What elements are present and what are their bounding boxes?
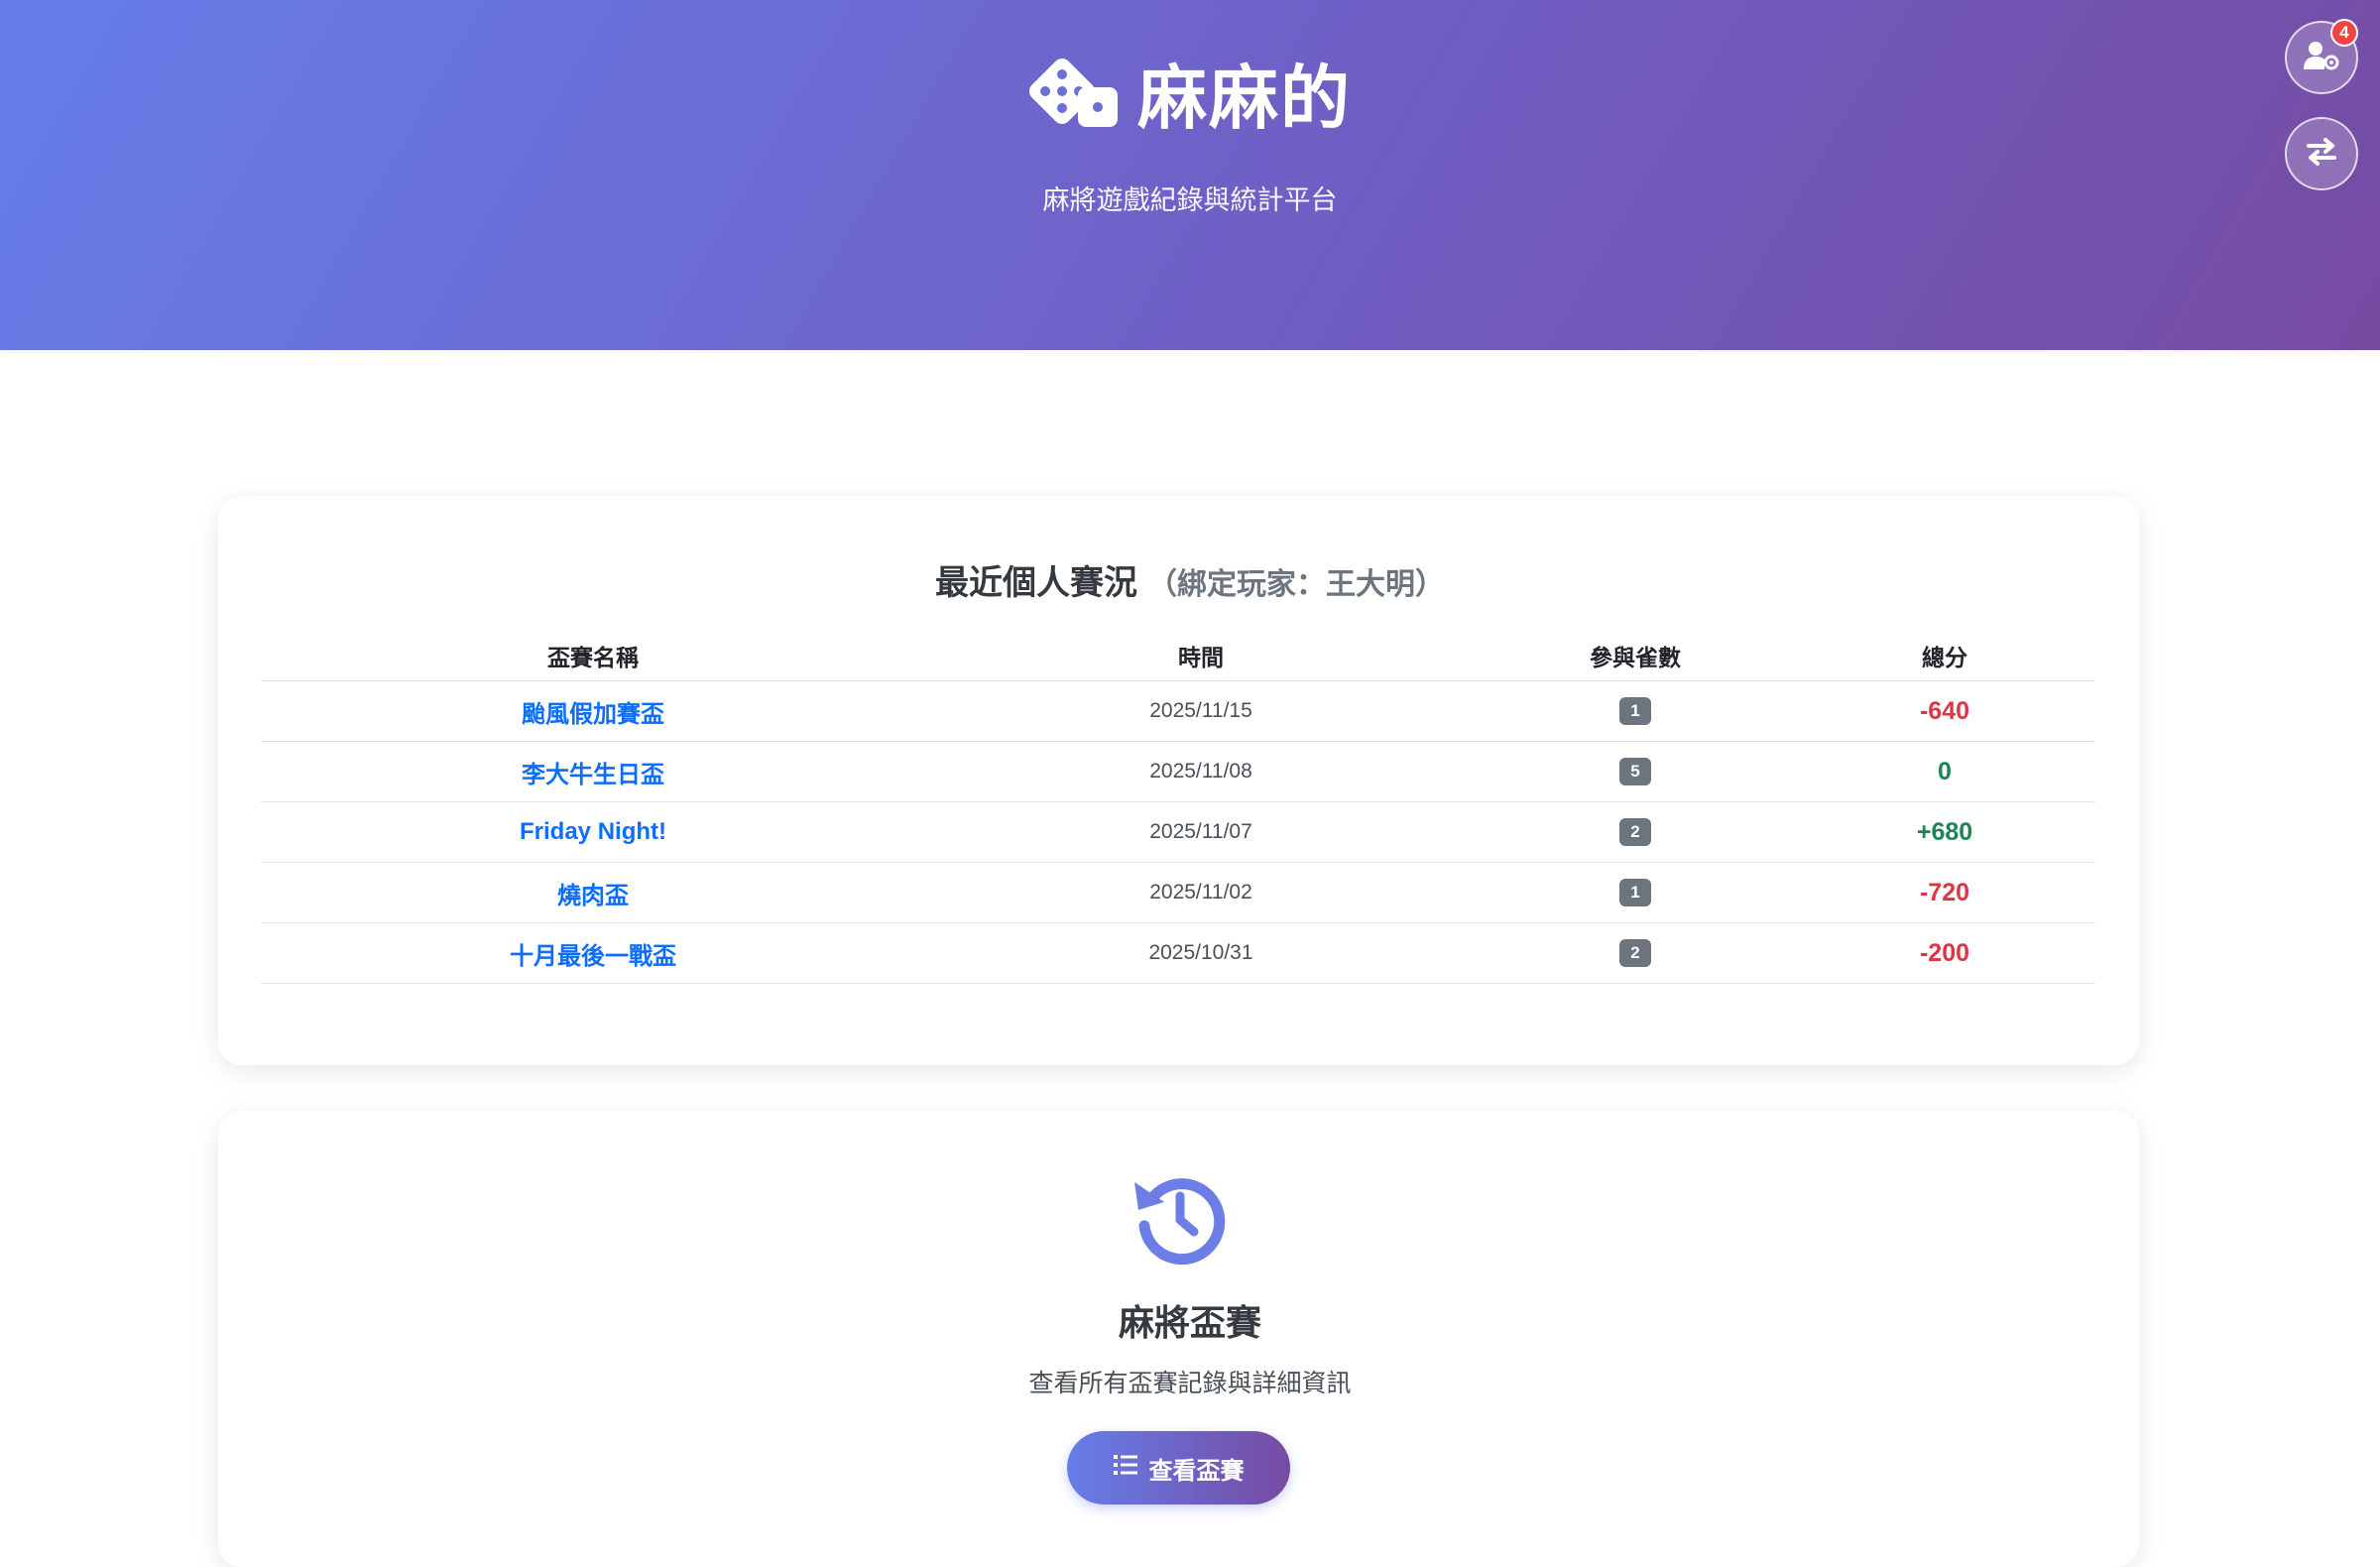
column-header-time: 時間 bbox=[925, 631, 1477, 681]
rounds-badge: 1 bbox=[1619, 879, 1651, 906]
table-row: 李大牛生日盃 2025/11/08 5 0 bbox=[261, 741, 2095, 802]
match-date: 2025/11/02 bbox=[1149, 881, 1252, 904]
hero-header bbox=[0, 0, 2380, 350]
rounds-badge: 2 bbox=[1619, 818, 1651, 846]
column-header-rounds: 參與雀數 bbox=[1477, 631, 1794, 681]
total-score: -640 bbox=[1919, 696, 1970, 725]
notification-badge: 4 bbox=[2330, 19, 2358, 47]
match-date: 2025/11/07 bbox=[1149, 820, 1252, 843]
cup-link[interactable]: 燒肉盃 bbox=[557, 883, 629, 909]
switch-button[interactable] bbox=[2285, 117, 2358, 190]
bound-player-label: （綁定玩家：王大明） bbox=[1147, 568, 1445, 601]
recent-matches-title: 最近個人賽況 （綁定玩家：王大明） bbox=[0, 555, 2380, 604]
user-settings-button[interactable]: 4 bbox=[2285, 19, 2358, 94]
total-score: +680 bbox=[1916, 817, 1973, 846]
rounds-badge: 1 bbox=[1619, 697, 1651, 725]
recent-matches-table: 盃賽名稱 時間 參與雀數 總分 颱風假加賽盃 2025/11/15 1 -640… bbox=[261, 631, 2095, 984]
app-subtitle: 麻將遊戲紀錄與統計平台 bbox=[1042, 185, 1338, 215]
column-header-total-score: 總分 bbox=[1794, 631, 2095, 681]
match-date: 2025/11/15 bbox=[1149, 699, 1252, 722]
exchange-arrows-icon bbox=[2306, 137, 2337, 172]
match-date: 2025/10/31 bbox=[1148, 941, 1253, 964]
rounds-badge: 5 bbox=[1619, 758, 1651, 785]
table-row: 颱風假加賽盃 2025/11/15 1 -640 bbox=[261, 680, 2095, 742]
total-score: 0 bbox=[1938, 757, 1952, 785]
feature-title: 麻將盃賽 bbox=[1118, 1302, 1261, 1343]
match-date: 2025/11/08 bbox=[1149, 760, 1252, 783]
cup-link[interactable]: 颱風假加賽盃 bbox=[522, 701, 664, 728]
table-row: Friday Night! 2025/11/07 2 +680 bbox=[261, 801, 2095, 863]
table-row: 十月最後一戰盃 2025/10/31 2 -200 bbox=[261, 922, 2095, 984]
feature-description: 查看所有盃賽記錄與詳細資訊 bbox=[1028, 1370, 1352, 1397]
view-cups-button[interactable]: 查看盃賽 bbox=[1067, 1431, 1290, 1505]
cup-link[interactable]: 十月最後一戰盃 bbox=[510, 943, 676, 970]
column-header-cup-name: 盃賽名稱 bbox=[261, 631, 925, 681]
total-score: -720 bbox=[1919, 878, 1970, 906]
list-icon bbox=[1113, 1454, 1137, 1483]
recent-title-text: 最近個人賽況 bbox=[935, 564, 1137, 602]
user-gear-icon bbox=[2303, 40, 2340, 76]
history-icon bbox=[1130, 1168, 1230, 1272]
total-score: -200 bbox=[1919, 938, 1970, 967]
brand: 麻麻的 bbox=[0, 58, 2380, 138]
table-header-row: 盃賽名稱 時間 參與雀數 總分 bbox=[261, 631, 2095, 681]
table-row: 燒肉盃 2025/11/02 1 -720 bbox=[261, 862, 2095, 923]
dice-icon bbox=[1028, 58, 1120, 138]
view-cups-label: 查看盃賽 bbox=[1148, 1457, 1245, 1485]
app-title: 麻麻的 bbox=[1137, 59, 1352, 137]
cup-link[interactable]: Friday Night! bbox=[520, 818, 666, 845]
cup-link[interactable]: 李大牛生日盃 bbox=[522, 762, 664, 788]
rounds-badge: 2 bbox=[1619, 939, 1651, 967]
